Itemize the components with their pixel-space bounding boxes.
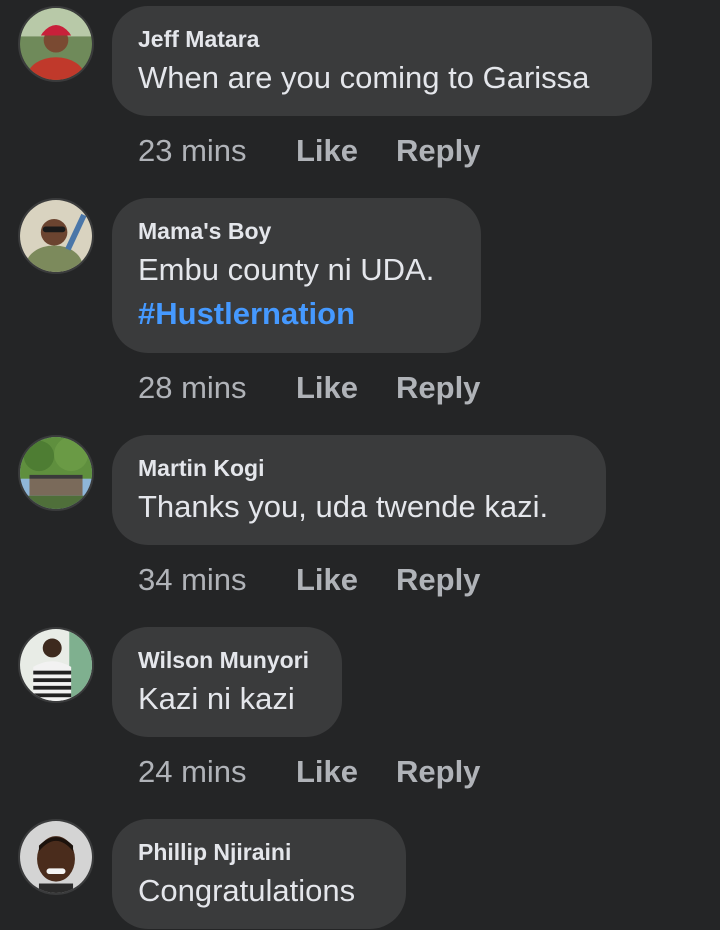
comment-text: When are you coming to Garissa: [138, 60, 590, 95]
comment-actions: 24 mins Like Reply: [138, 754, 480, 790]
like-button[interactable]: Like: [296, 754, 396, 790]
avatar[interactable]: [18, 198, 94, 274]
avatar[interactable]: [18, 627, 94, 703]
avatar[interactable]: [18, 6, 94, 82]
comment-author[interactable]: Jeff Matara: [138, 26, 626, 52]
comment-time[interactable]: 28 mins: [138, 370, 296, 406]
profile-photo-icon: [20, 629, 92, 701]
like-button[interactable]: Like: [296, 370, 396, 406]
comment-text: Embu county ni UDA.: [138, 252, 435, 287]
comment-text: Thanks you, uda twende kazi.: [138, 489, 549, 524]
comment-time[interactable]: 23 mins: [138, 133, 296, 169]
like-button[interactable]: Like: [296, 562, 396, 598]
comment-author[interactable]: Wilson Munyori: [138, 647, 316, 673]
comment-bubble: Wilson Munyori Kazi ni kazi: [112, 627, 342, 737]
comment-time[interactable]: 34 mins: [138, 562, 296, 598]
reply-button[interactable]: Reply: [396, 370, 480, 406]
comment-bubble: Martin Kogi Thanks you, uda twende kazi.: [112, 435, 606, 545]
comment-author[interactable]: Mama's Boy: [138, 218, 455, 244]
reply-button[interactable]: Reply: [396, 133, 480, 169]
comment-text: Kazi ni kazi: [138, 681, 295, 716]
reply-button[interactable]: Reply: [396, 754, 480, 790]
comment-actions: 34 mins Like Reply: [138, 562, 480, 598]
comment-text: Congratulations: [138, 873, 356, 908]
comment-actions: 23 mins Like Reply: [138, 133, 480, 169]
comment-time[interactable]: 24 mins: [138, 754, 296, 790]
comment-bubble: Jeff Matara When are you coming to Garis…: [112, 6, 652, 116]
comment-actions: 28 mins Like Reply: [138, 370, 480, 406]
comment-author[interactable]: Phillip Njiraini: [138, 839, 380, 865]
like-button[interactable]: Like: [296, 133, 396, 169]
avatar[interactable]: [18, 819, 94, 895]
profile-photo-icon: [20, 821, 92, 893]
hashtag-link[interactable]: #Hustlernation: [138, 292, 455, 336]
comment-bubble: Mama's Boy Embu county ni UDA. #Hustlern…: [112, 198, 481, 353]
comment-author[interactable]: Martin Kogi: [138, 455, 580, 481]
comment-bubble: Phillip Njiraini Congratulations: [112, 819, 406, 929]
profile-photo-icon: [20, 200, 92, 272]
reply-button[interactable]: Reply: [396, 562, 480, 598]
profile-photo-icon: [20, 8, 92, 80]
profile-photo-icon: [20, 437, 92, 509]
avatar[interactable]: [18, 435, 94, 511]
